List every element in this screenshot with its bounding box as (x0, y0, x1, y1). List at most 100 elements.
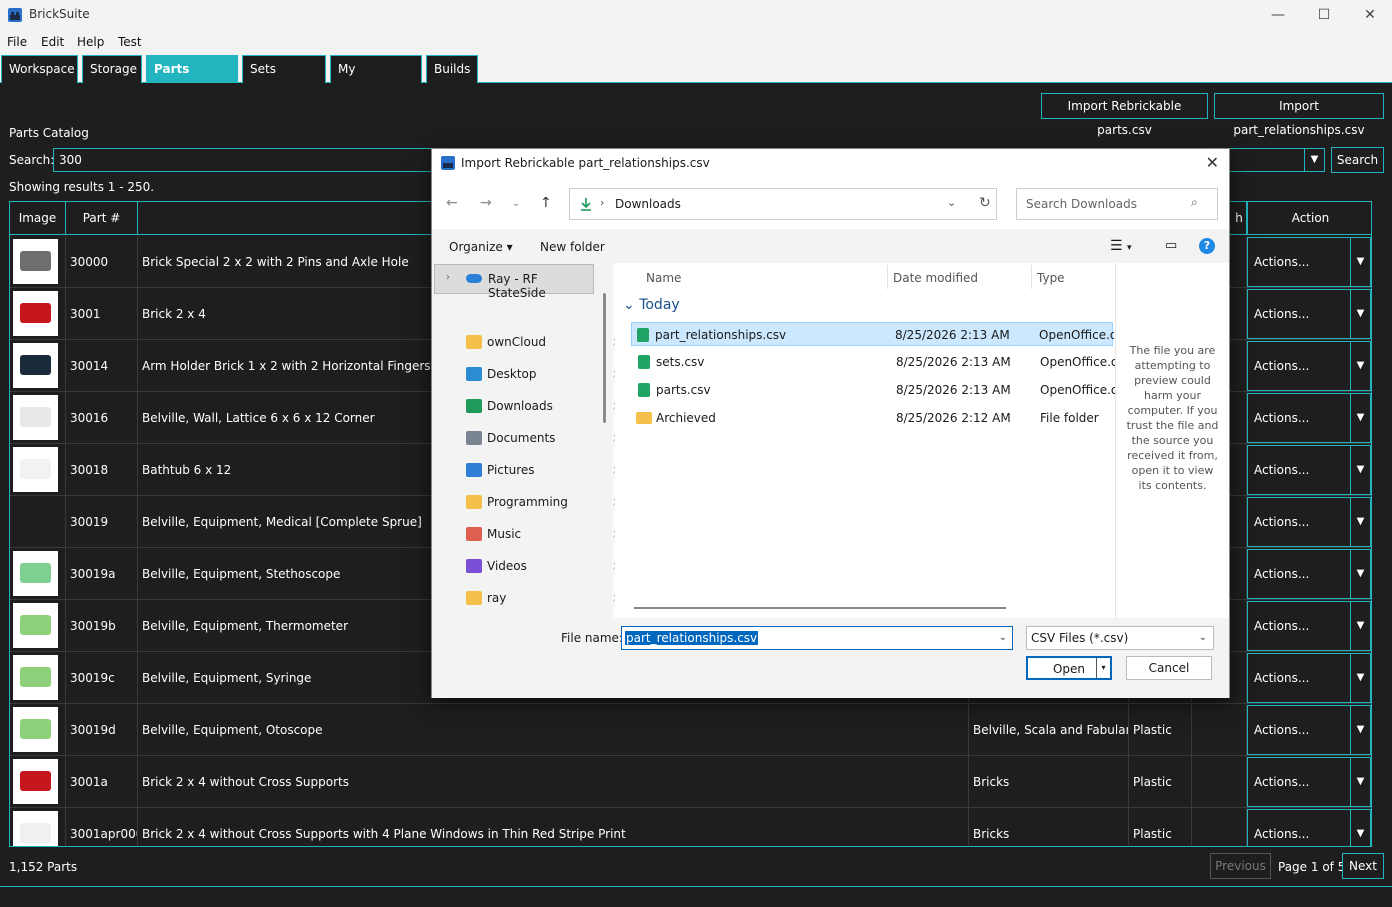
actions-button[interactable]: Actions... (1247, 289, 1351, 339)
file-item[interactable]: sets.csv 8/25/2026 2:13 AM OpenOffice.org (633, 350, 1115, 374)
menu-test[interactable]: Test (118, 35, 142, 49)
actions-button[interactable]: Actions... (1247, 445, 1351, 495)
tab-storage[interactable]: Storage (82, 55, 142, 83)
nav-item-owncloud[interactable]: ownCloud📌 (462, 329, 624, 355)
recent-locations-icon[interactable]: ⌄ (512, 198, 520, 209)
open-button[interactable]: Open ▾ (1026, 656, 1112, 680)
previous-page-button[interactable]: Previous (1210, 853, 1271, 879)
new-folder-button[interactable]: New folder (540, 240, 605, 254)
preview-pane-icon[interactable]: ▭ (1165, 238, 1177, 253)
actions-dropdown-icon[interactable]: ▼ (1351, 341, 1371, 391)
refresh-icon[interactable]: ↻ (979, 195, 991, 211)
actions-dropdown-icon[interactable]: ▼ (1351, 705, 1371, 755)
table-row[interactable]: 30019d Belville, Equipment, Otoscope Belvi… (10, 704, 1371, 756)
view-options-icon[interactable]: ☰ ▾ (1110, 238, 1132, 254)
table-row[interactable]: 3001apr0001Brick 2 x 4 without Cross Sup… (10, 808, 1371, 846)
actions-dropdown-icon[interactable]: ▼ (1351, 653, 1371, 703)
menu-help[interactable]: Help (77, 35, 104, 49)
file-item[interactable]: Archieved 8/25/2026 2:12 AM File folder (633, 406, 1115, 430)
actions-button[interactable]: Actions... (1247, 757, 1351, 807)
title-bar: BrickSuite — ☐ ✕ (0, 0, 1392, 30)
file-item[interactable]: part_relationships.csv 8/25/2026 2:13 AM O… (631, 322, 1114, 346)
actions-button[interactable]: Actions... (1247, 809, 1351, 846)
folder-icon (466, 591, 482, 605)
dialog-close-icon[interactable]: ✕ (1206, 153, 1219, 172)
actions-button[interactable]: Actions... (1247, 341, 1351, 391)
menu-edit[interactable]: Edit (41, 35, 64, 49)
col-date-modified[interactable]: Date modified (893, 271, 978, 285)
actions-dropdown-icon[interactable]: ▼ (1351, 601, 1371, 651)
tab-workspace[interactable]: Workspace (1, 55, 78, 83)
nav-item-videos[interactable]: Videos📌 (462, 553, 624, 579)
search-dropdown-arrow[interactable]: ▼ (1304, 149, 1324, 171)
actions-dropdown-icon[interactable]: ▼ (1351, 237, 1371, 287)
col-action[interactable]: Action (1247, 202, 1371, 235)
empty-cell (1192, 756, 1247, 808)
col-material-partial[interactable]: h (1232, 202, 1247, 235)
col-part-num[interactable]: Part # (66, 202, 138, 235)
nav-item-pictures[interactable]: Pictures📌 (462, 457, 624, 483)
help-icon[interactable]: ? (1199, 238, 1215, 254)
csv-file-icon (638, 355, 650, 369)
search-downloads-input[interactable]: Search Downloads (1016, 188, 1218, 220)
table-row[interactable]: 3001a Brick 2 x 4 without Cross Supports B… (10, 756, 1371, 808)
actions-dropdown-icon[interactable]: ▼ (1351, 289, 1371, 339)
search-button[interactable]: Search (1331, 147, 1384, 173)
back-arrow-icon[interactable]: ← (446, 195, 458, 211)
actions-dropdown-icon[interactable]: ▼ (1351, 445, 1371, 495)
actions-button[interactable]: Actions... (1247, 601, 1351, 651)
tab-builds[interactable]: Builds (426, 55, 478, 83)
nav-item-desktop[interactable]: Desktop📌 (462, 361, 624, 387)
nav-item-cloud[interactable]: › Ray - RF StateSide (434, 264, 594, 300)
next-page-button[interactable]: Next (1342, 853, 1384, 879)
address-bar[interactable]: › Downloads ⌄ ↻ (569, 188, 997, 220)
minimize-button[interactable]: — (1255, 0, 1301, 30)
nav-item-downloads[interactable]: Downloads📌 (462, 393, 624, 419)
actions-button[interactable]: Actions... (1247, 497, 1351, 547)
filename-input[interactable]: part_relationships.csv ⌄ (621, 626, 1013, 650)
open-dropdown-icon[interactable]: ▾ (1096, 658, 1110, 678)
actions-button[interactable]: Actions... (1247, 653, 1351, 703)
import-relationships-button[interactable]: Import part_relationships.csv (1214, 93, 1384, 137)
actions-dropdown-icon[interactable]: ▼ (1351, 809, 1371, 846)
organize-button[interactable]: Organize ▾ (449, 240, 513, 254)
nav-item-ray[interactable]: ray📌 (462, 585, 624, 611)
cancel-button[interactable]: Cancel (1126, 656, 1212, 680)
tab-my-inventory[interactable]: My Inventory (330, 55, 422, 103)
filetype-select[interactable]: CSV Files (*.csv) ⌄ (1026, 626, 1214, 650)
close-window-button[interactable]: ✕ (1347, 0, 1392, 30)
actions-dropdown-icon[interactable]: ▼ (1351, 393, 1371, 443)
menu-bar: File Edit Help Test (0, 30, 1392, 54)
nav-scrollbar[interactable] (603, 293, 606, 423)
actions-dropdown-icon[interactable]: ▼ (1351, 549, 1371, 599)
nav-item-documents[interactable]: Documents📌 (462, 425, 624, 451)
up-arrow-icon[interactable]: ↑ (540, 195, 552, 211)
actions-button[interactable]: Actions... (1247, 237, 1351, 287)
col-type[interactable]: Type (1037, 271, 1065, 285)
expand-chevron-icon[interactable]: › (446, 272, 450, 283)
actions-button[interactable]: Actions... (1247, 393, 1351, 443)
filename-dropdown-icon[interactable]: ⌄ (999, 627, 1007, 649)
maximize-button[interactable]: ☐ (1301, 0, 1347, 30)
image-cell (10, 652, 66, 704)
actions-button[interactable]: Actions... (1247, 549, 1351, 599)
actions-dropdown-icon[interactable]: ▼ (1351, 757, 1371, 807)
tab-parts-catalog[interactable]: Parts Catalog (146, 55, 238, 103)
horizontal-scrollbar[interactable] (634, 607, 1006, 609)
filetype-value: CSV Files (*.csv) (1031, 631, 1129, 645)
col-image[interactable]: Image (10, 202, 66, 235)
csv-file-icon (637, 328, 649, 342)
import-parts-button[interactable]: Import Rebrickable parts.csv (1041, 93, 1208, 137)
menu-file[interactable]: File (7, 35, 27, 49)
actions-button[interactable]: Actions... (1247, 705, 1351, 755)
group-today[interactable]: ⌄ Today (623, 297, 680, 313)
nav-item-programming[interactable]: Programming📌 (462, 489, 624, 515)
actions-dropdown-icon[interactable]: ▼ (1351, 497, 1371, 547)
nav-item-music[interactable]: Music📌 (462, 521, 624, 547)
forward-arrow-icon[interactable]: → (480, 195, 492, 211)
search-label: Search: (9, 153, 55, 167)
col-name[interactable]: Name (646, 271, 681, 285)
tab-sets-catalog[interactable]: Sets Catalog (242, 55, 326, 103)
file-item[interactable]: parts.csv 8/25/2026 2:13 AM OpenOffice.org (633, 378, 1115, 402)
address-dropdown-icon[interactable]: ⌄ (947, 196, 956, 209)
